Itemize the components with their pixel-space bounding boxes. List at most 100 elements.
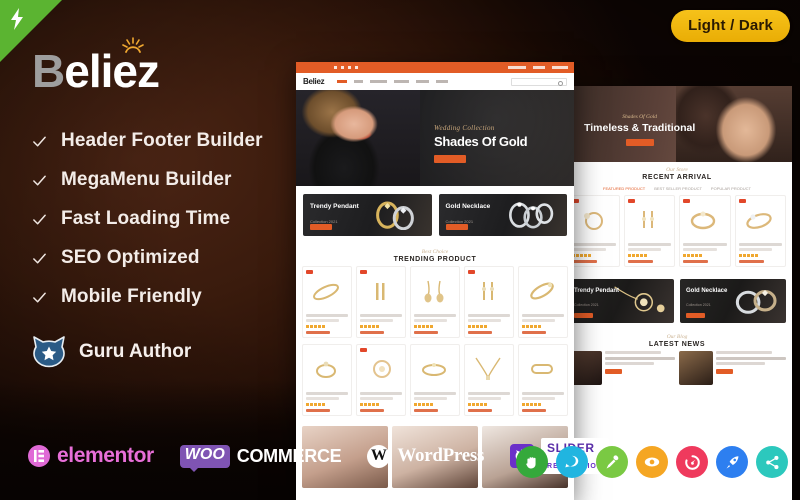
promo-card-gold-necklace[interactable]: Gold Necklace Collection 2021 xyxy=(680,279,786,323)
news-title-2 xyxy=(605,361,654,365)
product-name-2 xyxy=(414,319,447,322)
product-price xyxy=(522,409,547,412)
tab-featured-product[interactable]: FEATURED PRODUCT xyxy=(603,186,645,191)
rocket-icon[interactable] xyxy=(716,446,748,478)
product-name-2 xyxy=(306,319,339,322)
product-image xyxy=(422,363,446,376)
product-card[interactable] xyxy=(356,266,406,338)
microphone-icon[interactable] xyxy=(596,446,628,478)
hero-title: Timeless & Traditional xyxy=(584,122,696,134)
guru-author-label: Guru Author xyxy=(79,341,192,362)
product-card[interactable] xyxy=(356,344,406,416)
product-name xyxy=(468,392,510,395)
promo-cta-button[interactable] xyxy=(445,224,468,230)
mockup-search-input[interactable] xyxy=(511,77,567,86)
nav-item-shop[interactable] xyxy=(354,80,364,83)
product-price xyxy=(360,331,385,334)
dark-mockup-hero[interactable]: Shades Of Gold Timeless & Traditional xyxy=(562,86,792,162)
tab-best-seller-product[interactable]: BEST SELLER PRODUCT xyxy=(654,186,702,191)
product-card[interactable] xyxy=(734,195,786,267)
product-card[interactable] xyxy=(302,266,352,338)
promo-card-trendy-pendant[interactable]: Trendy Pendant Collection 2021 xyxy=(568,279,674,323)
share-nodes-icon[interactable] xyxy=(756,446,788,478)
hero-cta-button[interactable] xyxy=(434,155,466,163)
mockup-nav-logo: Beliez xyxy=(303,77,325,86)
product-name-2 xyxy=(522,319,555,322)
tab-popular-product[interactable]: POPULAR PRODUCT xyxy=(711,186,751,191)
check-icon xyxy=(33,136,46,146)
news-title xyxy=(605,356,675,360)
rating-stars xyxy=(627,254,672,257)
promo-card-gold-necklace[interactable]: Gold Necklace Collection 2021 xyxy=(438,194,567,236)
promo-cta-button[interactable] xyxy=(574,313,593,318)
woocommerce-label: COMMERCE xyxy=(236,445,342,466)
product-image xyxy=(530,282,554,300)
feature-item: Fast Loading Time xyxy=(32,208,302,230)
news-card[interactable] xyxy=(568,351,675,385)
product-name-2 xyxy=(360,397,393,400)
mockup-nav-items[interactable] xyxy=(337,80,449,83)
section-script-text: Best Choice xyxy=(421,249,449,255)
nav-item-categories[interactable] xyxy=(370,80,388,83)
product-image xyxy=(316,361,336,378)
rating-stars xyxy=(360,325,402,328)
light-theme-website-mockup[interactable]: Beliez Wedding Collection Shades Of Gold xyxy=(296,62,574,500)
news-card[interactable] xyxy=(679,351,786,385)
chat-support-icon[interactable] xyxy=(556,446,588,478)
news-meta xyxy=(716,351,772,354)
sale-badge xyxy=(738,199,746,203)
product-name-2 xyxy=(468,397,501,400)
product-card[interactable] xyxy=(568,195,620,267)
rating-stars xyxy=(414,325,456,328)
nav-item-elements[interactable] xyxy=(436,80,449,83)
theme-toggle-badge[interactable]: Light / Dark xyxy=(671,10,790,42)
promo-title: Trendy Pendant xyxy=(310,203,359,210)
nav-item-portfolio[interactable] xyxy=(416,80,430,83)
nav-item-products[interactable] xyxy=(394,80,410,83)
product-card[interactable] xyxy=(302,344,352,416)
feature-list: Header Footer Builder MegaMenu Builder F… xyxy=(32,130,302,308)
section-title: RECENT ARRIVAL xyxy=(642,174,712,181)
rating-stars xyxy=(360,403,402,406)
feature-label: Mobile Friendly xyxy=(61,286,202,307)
section-script-text: Our Store xyxy=(666,167,688,173)
product-name-2 xyxy=(738,248,773,251)
hero-cta-button[interactable] xyxy=(625,139,654,146)
rings-image xyxy=(735,289,777,314)
latest-news-list xyxy=(562,351,792,385)
drag-drop-hand-icon[interactable] xyxy=(516,446,548,478)
sale-badge xyxy=(627,199,635,203)
recent-arrival-grid xyxy=(562,195,792,273)
product-name-2 xyxy=(360,319,393,322)
product-card[interactable] xyxy=(464,266,514,338)
product-name xyxy=(522,392,564,395)
product-card[interactable] xyxy=(410,344,460,416)
news-read-more-button[interactable] xyxy=(716,368,733,374)
product-name xyxy=(414,392,456,395)
speed-gauge-icon[interactable] xyxy=(676,446,708,478)
product-card[interactable] xyxy=(679,195,731,267)
product-filter-tabs[interactable]: FEATURED PRODUCT BEST SELLER PRODUCT POP… xyxy=(562,184,792,195)
product-card[interactable] xyxy=(464,344,514,416)
mockup-hero-slider[interactable]: Wedding Collection Shades Of Gold xyxy=(296,90,574,186)
product-image xyxy=(745,213,772,229)
elementor-logo: elementor xyxy=(28,444,154,468)
mockup-navbar: Beliez xyxy=(296,73,574,90)
promo-cta-button[interactable] xyxy=(310,224,332,230)
nav-item-home[interactable] xyxy=(337,80,348,83)
product-card[interactable] xyxy=(410,266,460,338)
product-price xyxy=(414,409,439,412)
news-body xyxy=(716,351,786,385)
product-name-2 xyxy=(414,397,447,400)
eye-preview-icon[interactable] xyxy=(636,446,668,478)
promo-card-trendy-pendant[interactable]: Trendy Pendant Collection 2021 xyxy=(303,194,432,236)
feature-label: Header Footer Builder xyxy=(61,130,263,151)
product-card[interactable] xyxy=(518,344,568,416)
product-card[interactable] xyxy=(623,195,675,267)
mockup-topbar xyxy=(296,62,574,73)
promo-cta-button[interactable] xyxy=(686,313,705,318)
news-read-more-button[interactable] xyxy=(605,368,622,374)
product-image xyxy=(641,211,654,228)
product-card[interactable] xyxy=(518,266,568,338)
product-price xyxy=(468,409,493,412)
